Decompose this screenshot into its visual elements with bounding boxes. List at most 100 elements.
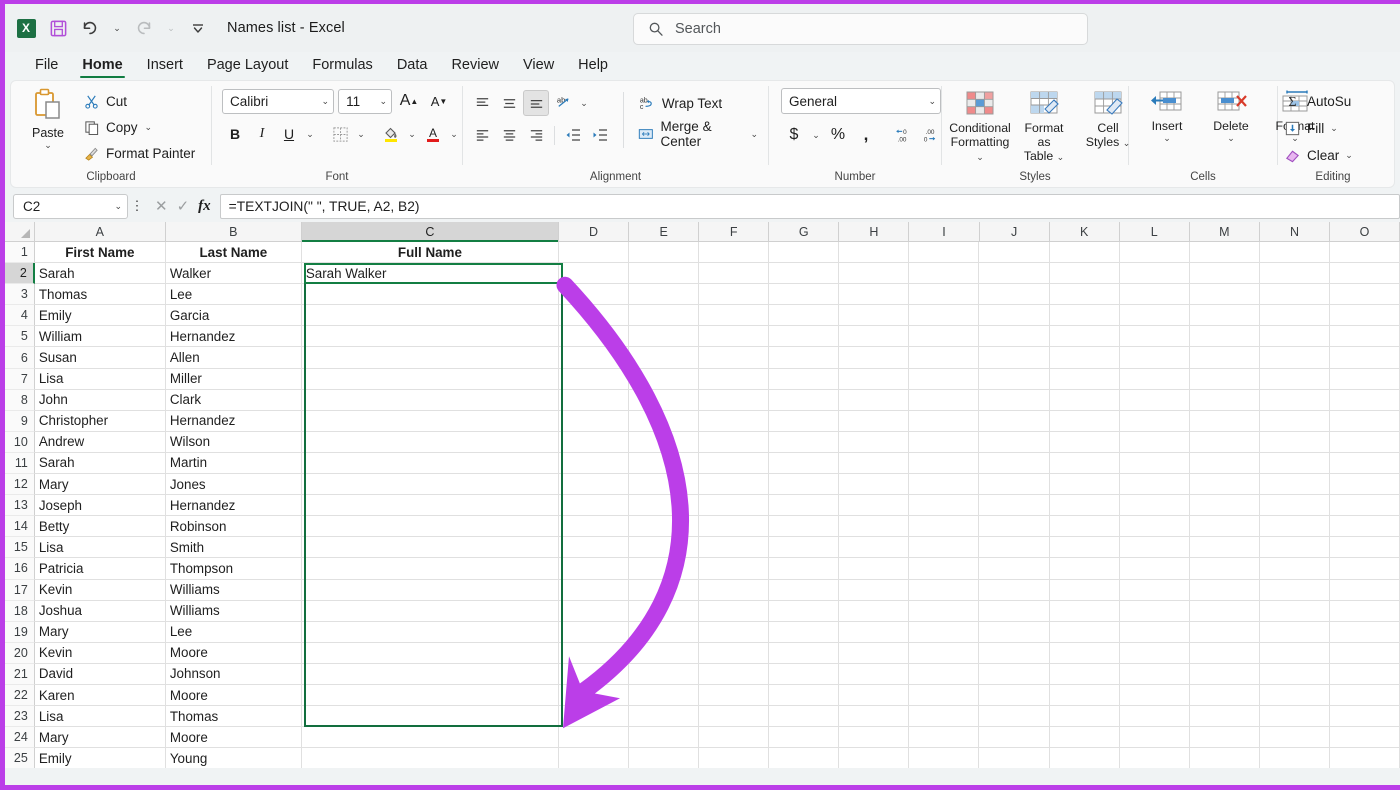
cell-H25[interactable] (839, 748, 909, 768)
cell-H16[interactable] (839, 558, 909, 579)
cell-K11[interactable] (1050, 453, 1120, 474)
cell-B7[interactable]: Miller (166, 369, 302, 390)
comma-style-button[interactable]: , (853, 122, 879, 148)
name-box[interactable]: C2 ⌄ (13, 194, 128, 219)
cell-F21[interactable] (699, 664, 769, 685)
cell-L13[interactable] (1120, 495, 1190, 516)
cell-L12[interactable] (1120, 474, 1190, 495)
cell-G23[interactable] (769, 706, 839, 727)
cell-A10[interactable]: Andrew (35, 432, 166, 453)
column-header-c[interactable]: C (302, 222, 559, 241)
cell-G18[interactable] (769, 601, 839, 622)
cell-I1[interactable] (909, 242, 979, 263)
cell-J7[interactable] (979, 369, 1049, 390)
row-header-9[interactable]: 9 (5, 411, 35, 432)
cell-N22[interactable] (1260, 685, 1330, 706)
cell-L20[interactable] (1120, 643, 1190, 664)
cell-C6[interactable] (302, 347, 559, 368)
cell-I4[interactable] (909, 305, 979, 326)
cell-O21[interactable] (1330, 664, 1400, 685)
cell-M9[interactable] (1190, 411, 1260, 432)
orientation-button[interactable]: ab (550, 90, 576, 116)
cell-K17[interactable] (1050, 580, 1120, 601)
cell-O1[interactable] (1330, 242, 1400, 263)
wrap-text-button[interactable]: abc Wrap Text (634, 90, 762, 116)
cell-H24[interactable] (839, 727, 909, 748)
cell-B17[interactable]: Williams (166, 580, 302, 601)
cell-B6[interactable]: Allen (166, 347, 302, 368)
cell-G20[interactable] (769, 643, 839, 664)
cell-F2[interactable] (699, 263, 769, 284)
cell-M4[interactable] (1190, 305, 1260, 326)
cell-K22[interactable] (1050, 685, 1120, 706)
cell-D13[interactable] (559, 495, 629, 516)
cell-C5[interactable] (302, 326, 559, 347)
cell-D19[interactable] (559, 622, 629, 643)
cell-L6[interactable] (1120, 347, 1190, 368)
cell-E10[interactable] (629, 432, 699, 453)
cell-L9[interactable] (1120, 411, 1190, 432)
cell-O19[interactable] (1330, 622, 1400, 643)
cell-N11[interactable] (1260, 453, 1330, 474)
column-header-f[interactable]: F (699, 222, 769, 241)
cell-H5[interactable] (839, 326, 909, 347)
cell-O11[interactable] (1330, 453, 1400, 474)
cell-O20[interactable] (1330, 643, 1400, 664)
cell-B1[interactable]: Last Name (166, 242, 302, 263)
cell-F25[interactable] (699, 748, 769, 768)
cell-H1[interactable] (839, 242, 909, 263)
cell-C21[interactable] (302, 664, 559, 685)
cell-O12[interactable] (1330, 474, 1400, 495)
confirm-icon[interactable]: ✓ (177, 197, 190, 215)
cell-B18[interactable]: Williams (166, 601, 302, 622)
cell-I11[interactable] (909, 453, 979, 474)
cell-N23[interactable] (1260, 706, 1330, 727)
cell-E3[interactable] (629, 284, 699, 305)
cell-N21[interactable] (1260, 664, 1330, 685)
format-as-table-button[interactable]: Format as Table ⌄ (1012, 87, 1076, 164)
align-left-button[interactable] (469, 122, 495, 148)
cell-G7[interactable] (769, 369, 839, 390)
cell-A6[interactable]: Susan (35, 347, 166, 368)
underline-dropdown-icon[interactable]: ⌄ (303, 121, 317, 147)
cell-A22[interactable]: Karen (35, 685, 166, 706)
cell-D2[interactable] (559, 263, 629, 284)
align-middle-button[interactable] (496, 90, 522, 116)
cell-A5[interactable]: William (35, 326, 166, 347)
number-format-combo[interactable]: General ⌄ (781, 88, 941, 114)
cell-G4[interactable] (769, 305, 839, 326)
tab-review[interactable]: Review (439, 56, 511, 78)
cell-A9[interactable]: Christopher (35, 411, 166, 432)
cell-I14[interactable] (909, 516, 979, 537)
cell-G22[interactable] (769, 685, 839, 706)
cell-G12[interactable] (769, 474, 839, 495)
cell-F14[interactable] (699, 516, 769, 537)
cell-I17[interactable] (909, 580, 979, 601)
cell-H12[interactable] (839, 474, 909, 495)
cell-M5[interactable] (1190, 326, 1260, 347)
cell-E7[interactable] (629, 369, 699, 390)
cell-B24[interactable]: Moore (166, 727, 302, 748)
cell-H11[interactable] (839, 453, 909, 474)
cell-J10[interactable] (979, 432, 1049, 453)
cell-C20[interactable] (302, 643, 559, 664)
save-icon[interactable] (43, 13, 73, 43)
cell-B2[interactable]: Walker (166, 263, 302, 284)
cell-C16[interactable] (302, 558, 559, 579)
undo-icon[interactable] (75, 13, 105, 43)
cell-D4[interactable] (559, 305, 629, 326)
cell-I25[interactable] (909, 748, 979, 768)
cell-G19[interactable] (769, 622, 839, 643)
cell-K5[interactable] (1050, 326, 1120, 347)
cell-E17[interactable] (629, 580, 699, 601)
cell-M14[interactable] (1190, 516, 1260, 537)
cell-F10[interactable] (699, 432, 769, 453)
cell-K6[interactable] (1050, 347, 1120, 368)
cell-A8[interactable]: John (35, 390, 166, 411)
cell-H23[interactable] (839, 706, 909, 727)
cell-B21[interactable]: Johnson (166, 664, 302, 685)
cell-O3[interactable] (1330, 284, 1400, 305)
borders-button[interactable] (327, 121, 353, 147)
cell-K1[interactable] (1050, 242, 1120, 263)
cell-D7[interactable] (559, 369, 629, 390)
